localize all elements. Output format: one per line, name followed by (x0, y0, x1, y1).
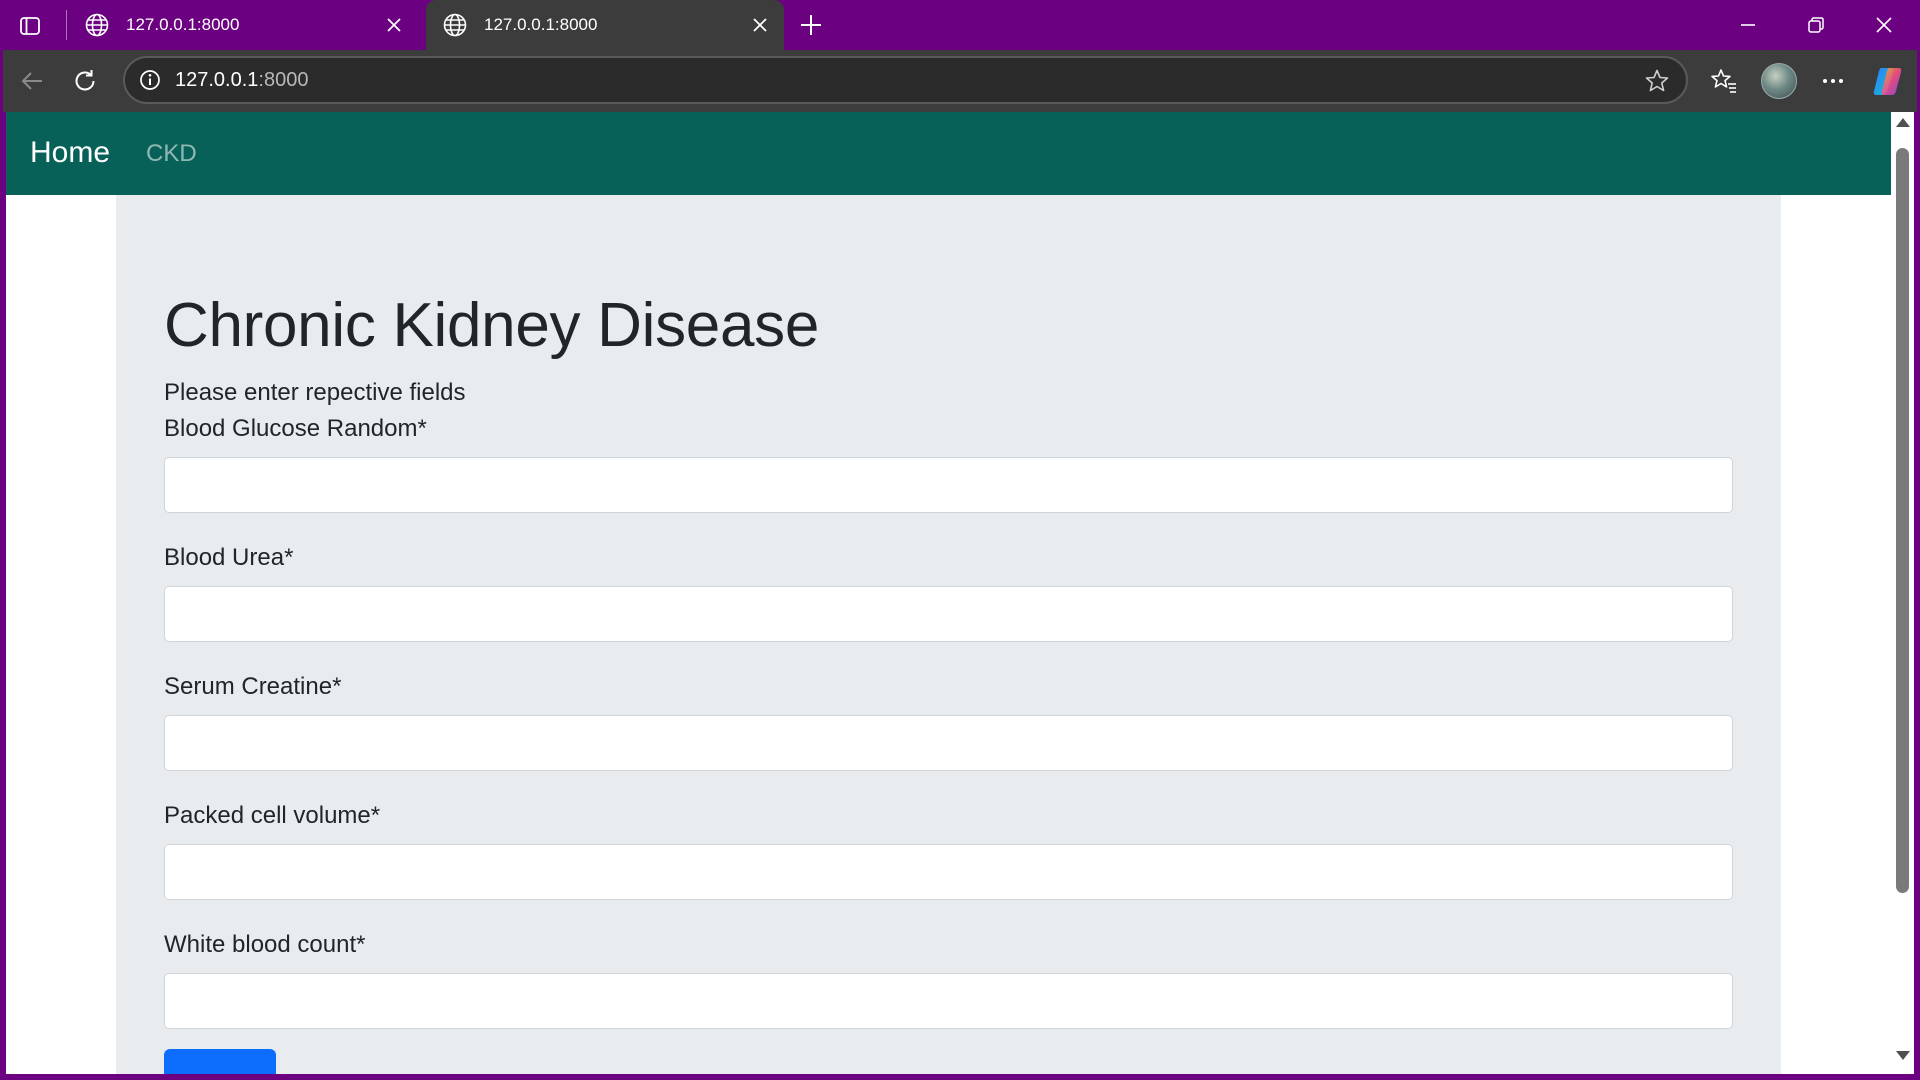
scroll-down-arrow-icon[interactable] (1896, 1051, 1910, 1060)
blood-urea-input[interactable] (164, 586, 1733, 642)
minimize-icon[interactable] (1714, 0, 1782, 50)
page-viewport: Home CKD Chronic Kidney Disease Please e… (6, 112, 1891, 1074)
site-navbar: Home CKD (6, 112, 1891, 195)
browser-title-bar: 127.0.0.1:8000 127.0.0.1:8000 (0, 0, 1920, 50)
copilot-icon[interactable] (1871, 64, 1905, 98)
close-tab-icon[interactable] (750, 15, 770, 35)
more-options-icon[interactable] (1813, 61, 1853, 101)
page-title: Chronic Kidney Disease (164, 291, 820, 360)
form-subtitle: Please enter repective fields (164, 379, 466, 406)
globe-icon (442, 12, 468, 38)
back-arrow-icon[interactable] (13, 61, 53, 101)
site-info-icon[interactable] (137, 67, 163, 93)
url-host: 127.0.0.1 (175, 68, 259, 91)
window-bottom-border (0, 1074, 1920, 1080)
url-port: :8000 (258, 68, 309, 91)
submit-button[interactable] (164, 1049, 276, 1074)
packed-cell-volume-label: Packed cell volume* (164, 802, 381, 829)
scrollbar-thumb[interactable] (1896, 148, 1909, 893)
favorite-star-icon[interactable] (1644, 68, 1670, 94)
browser-toolbar: 127.0.0.1:8000 (0, 50, 1920, 112)
restore-icon[interactable] (1782, 0, 1850, 50)
tab-title: 127.0.0.1:8000 (484, 15, 598, 34)
favorites-icon[interactable] (1704, 61, 1744, 101)
browser-tab-2[interactable]: 127.0.0.1:8000 (426, 0, 784, 50)
white-blood-count-input[interactable] (164, 973, 1733, 1029)
tab-actions-icon[interactable] (16, 12, 44, 40)
blood-urea-label: Blood Urea* (164, 544, 294, 571)
serum-creatine-label: Serum Creatine* (164, 673, 342, 700)
scroll-up-arrow-icon[interactable] (1896, 118, 1910, 127)
profile-avatar[interactable] (1761, 63, 1797, 99)
tab-separator (66, 10, 67, 40)
serum-creatine-input[interactable] (164, 715, 1733, 771)
blood-glucose-label: Blood Glucose Random* (164, 415, 427, 442)
reload-icon[interactable] (65, 61, 105, 101)
white-blood-count-label: White blood count* (164, 931, 366, 958)
nav-home-link[interactable]: Home (30, 136, 110, 170)
page-scrollbar[interactable] (1891, 112, 1914, 1074)
blood-glucose-input[interactable] (164, 457, 1733, 513)
form-container: Chronic Kidney Disease Please enter repe… (116, 195, 1781, 1074)
nav-ckd-link[interactable]: CKD (146, 140, 197, 168)
close-tab-icon[interactable] (384, 15, 404, 35)
new-tab-icon[interactable] (796, 10, 826, 40)
packed-cell-volume-input[interactable] (164, 844, 1733, 900)
browser-tab-1[interactable]: 127.0.0.1:8000 (68, 0, 418, 50)
address-bar[interactable]: 127.0.0.1:8000 (123, 56, 1688, 104)
close-window-icon[interactable] (1850, 0, 1918, 50)
tab-title: 127.0.0.1:8000 (126, 15, 240, 34)
globe-icon (84, 12, 110, 38)
